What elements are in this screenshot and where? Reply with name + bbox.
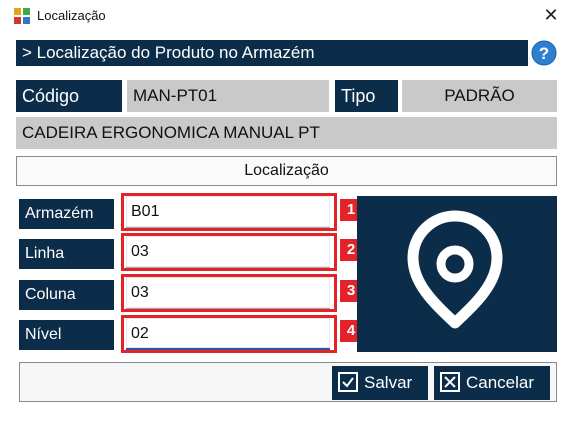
row-label: Linha [19,239,114,269]
location-pin-icon [407,210,503,329]
help-icon[interactable]: ? [531,40,557,66]
location-section-title: Localização [16,156,557,186]
warehouse-label: Armazém [19,199,114,229]
save-button[interactable]: Salvar [332,366,428,400]
app-logo-icon [14,8,30,24]
location-pin-panel [357,196,557,352]
close-icon[interactable]: ✕ [540,4,562,26]
product-description: CADEIRA ERGONOMICA MANUAL PT [16,117,557,149]
level-label: Nível [19,320,114,350]
code-value: MAN-PT01 [127,80,329,112]
column-input[interactable]: 03 [126,277,330,309]
save-button-label: Salvar [364,373,413,392]
page-title: > Localização do Produto no Armazém [16,40,528,66]
help-glyph: ? [539,44,549,63]
type-label: Tipo [335,80,398,112]
cancel-button[interactable]: Cancelar [434,366,550,400]
row-input[interactable]: 03 [126,236,330,268]
level-input[interactable]: 02 [126,318,330,350]
code-label: Código [16,80,122,112]
window-title: Localização [37,8,106,23]
warehouse-input[interactable]: B01 [126,196,330,228]
column-label: Coluna [19,280,114,310]
checkbox-check-icon [338,372,358,392]
title-bar: Localização ✕ [0,0,574,32]
cancel-button-label: Cancelar [466,373,535,392]
type-value: PADRÃO [402,80,557,112]
checkbox-x-icon [440,372,460,392]
